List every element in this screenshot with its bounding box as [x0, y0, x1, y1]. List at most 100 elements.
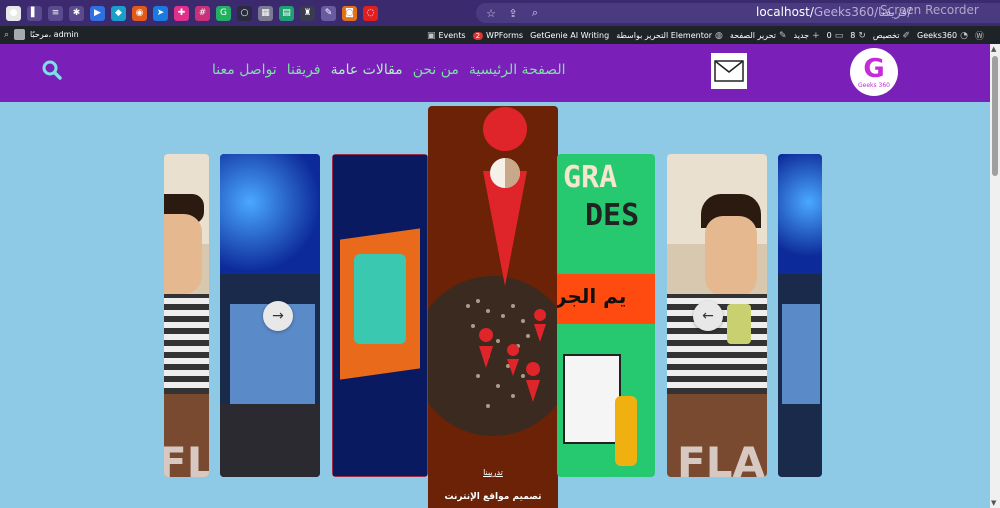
brush-icon: ✐: [902, 30, 910, 41]
brand-logo-letter: G: [863, 53, 885, 84]
slide-category-link[interactable]: تدريبنا: [428, 468, 558, 477]
admin-elementor[interactable]: التحرير بواسطة Elementor ◍: [616, 31, 723, 41]
envelope-icon: [714, 60, 744, 82]
tech-lines: [332, 154, 428, 477]
ext-teal-icon[interactable]: ◆: [111, 5, 126, 21]
slide-card-graphic-design[interactable]: GRA DES يم الجر: [557, 154, 655, 477]
card-fl-text: FLAI: [164, 438, 209, 477]
nav-item-3[interactable]: فريقنا: [287, 62, 321, 78]
page-scrollbar[interactable]: ▲ ▼: [990, 44, 1000, 508]
ext-doc-icon[interactable]: ▤: [279, 5, 294, 21]
admin-comments[interactable]: 0 ▭: [827, 31, 844, 41]
ext-slack-icon[interactable]: #: [195, 5, 210, 21]
card-ar-banner: يم الجر: [557, 284, 627, 308]
slide-card-network-right[interactable]: [778, 154, 822, 477]
shirt-shape: [164, 294, 209, 394]
sidebar-icon[interactable]: ▌: [27, 5, 42, 21]
network-glow: [220, 154, 320, 274]
ext-blue-icon[interactable]: ▶: [90, 5, 105, 21]
nav-item-0[interactable]: الصفحة الرئيسية: [469, 62, 566, 78]
screen-recorder-watermark: Screen Recorder: [880, 3, 979, 17]
star-icon[interactable]: ☆: [484, 6, 498, 20]
mail-logo[interactable]: [711, 53, 747, 89]
card-gd-text-2: DES: [585, 198, 640, 233]
comments-count: 0: [826, 31, 832, 40]
pencil-icon: ✎: [778, 30, 787, 41]
admin-edit-page[interactable]: تحرير الصفحة ✎: [730, 31, 787, 41]
ext-firefox-icon[interactable]: ◉: [132, 5, 147, 21]
elementor-icon: ◍: [715, 30, 723, 41]
admin-new-label: جديد: [793, 31, 810, 40]
admin-avatar[interactable]: [14, 29, 26, 40]
scroll-down-icon[interactable]: ▼: [991, 499, 996, 507]
admin-events-label: Events: [438, 31, 466, 40]
ext-grey-icon[interactable]: ▦: [258, 5, 273, 21]
nav-item-1[interactable]: من نحن: [413, 62, 459, 78]
comment-icon: ▭: [834, 30, 844, 41]
ext-green-icon[interactable]: G: [216, 5, 231, 21]
brand-logo-subtitle: Geeks 360: [858, 81, 890, 89]
admin-customize[interactable]: تخصيص ✐: [873, 31, 910, 41]
slide-card-web-design-active[interactable]: تدريبنا تصميم مواقع الإنترنت: [428, 106, 558, 508]
updates-count: 8: [850, 31, 856, 40]
admin-updates[interactable]: 8 ↻: [850, 31, 866, 41]
card-gd-text-1: GRA: [563, 160, 618, 195]
puzzle-icon[interactable]: ✱: [69, 5, 84, 21]
brand-logo[interactable]: G Geeks 360: [850, 48, 898, 96]
nav-item-2[interactable]: مقالات عامة: [331, 62, 403, 78]
card-fl-text-2: FLAI: [677, 438, 767, 477]
url-host: localhost/: [756, 5, 814, 19]
scroll-up-icon[interactable]: ▲: [991, 45, 996, 53]
zoom-icon[interactable]: ⌕: [528, 6, 542, 20]
wpforms-badge: 2: [472, 31, 484, 40]
slider-prev-button[interactable]: ←: [693, 301, 723, 331]
calendar-icon: ▣: [426, 30, 436, 41]
admin-new[interactable]: جديد +: [794, 31, 820, 41]
browser-toolbar: ● ▌ ≡ ✱ ▶ ◆ ◉ ➤ ✚ # G ○ ▦ ▤ ♜ ✎ ◙ ◌ ☆ ⇪ ⌕ localhost/Geeks…: [0, 0, 1000, 26]
admin-site-name[interactable]: Geeks360 ◔: [917, 31, 968, 41]
search-icon[interactable]: [42, 60, 62, 80]
share-icon[interactable]: ⇪: [506, 6, 520, 20]
ext-send-icon[interactable]: ➤: [153, 5, 168, 21]
ext-cam-icon[interactable]: ◙: [342, 5, 357, 21]
admin-getgenie[interactable]: GetGenie AI Writing: [530, 31, 609, 40]
ext-chess-icon[interactable]: ♜: [300, 5, 315, 21]
admin-events[interactable]: ▣ Events: [427, 31, 466, 41]
extension-row: ● ▌ ≡ ✱ ▶ ◆ ◉ ➤ ✚ # G ○ ▦ ▤ ♜ ✎ ◙ ◌: [0, 0, 378, 26]
refresh-icon: ↻: [858, 30, 866, 41]
nav-item-4[interactable]: تواصل معنا: [212, 62, 277, 78]
slide-card-freelancer-left[interactable]: FLAI: [164, 154, 209, 477]
plus-icon: +: [812, 30, 820, 41]
ext-pink-icon[interactable]: ✚: [174, 5, 189, 21]
ext-brush-icon[interactable]: ✎: [321, 5, 336, 21]
monitor-shape: [563, 354, 621, 444]
dashboard-icon: ◔: [960, 30, 968, 41]
slide-card-mobile-design[interactable]: [332, 154, 428, 477]
arrow-left-icon: ←: [702, 308, 714, 324]
world-map-pin: [428, 107, 558, 436]
admin-search-icon[interactable]: ⌕: [4, 30, 9, 40]
keyboard-shape: [220, 404, 320, 477]
arrow-right-icon: →: [272, 308, 284, 324]
cup-shape: [727, 304, 751, 344]
ext-red-icon[interactable]: ◌: [363, 5, 378, 21]
admin-wpforms[interactable]: 2 WPForms: [472, 31, 523, 40]
slider-next-button[interactable]: →: [263, 301, 293, 331]
avatar-icon[interactable]: ●: [6, 5, 21, 21]
scroll-thumb[interactable]: [992, 56, 998, 176]
playlist-icon[interactable]: ≡: [48, 5, 63, 21]
wordpress-icon[interactable]: Ⓦ: [975, 29, 984, 42]
admin-greeting[interactable]: مرحبًا، admin: [30, 30, 79, 39]
laptop-screen-2: [782, 304, 820, 404]
admin-site-name-label: Geeks360: [917, 31, 958, 40]
ext-dark-icon[interactable]: ○: [237, 5, 252, 21]
admin-customize-label: تخصيص: [872, 31, 900, 40]
face-shape-2: [705, 216, 757, 296]
person-shape: [615, 396, 637, 466]
site-header: الصفحة الرئيسية من نحن مقالات عامة فريقنا تو…: [0, 44, 990, 102]
slide-title[interactable]: تصميم مواقع الإنترنت: [428, 492, 558, 502]
admin-elementor-label: التحرير بواسطة Elementor: [616, 31, 713, 40]
face-shape: [164, 214, 202, 294]
wp-admin-bar: ⌕ مرحبًا، admin ▣ Events 2 WPForms GetGeni…: [0, 26, 1000, 44]
admin-edit-page-label: تحرير الصفحة: [729, 31, 776, 40]
